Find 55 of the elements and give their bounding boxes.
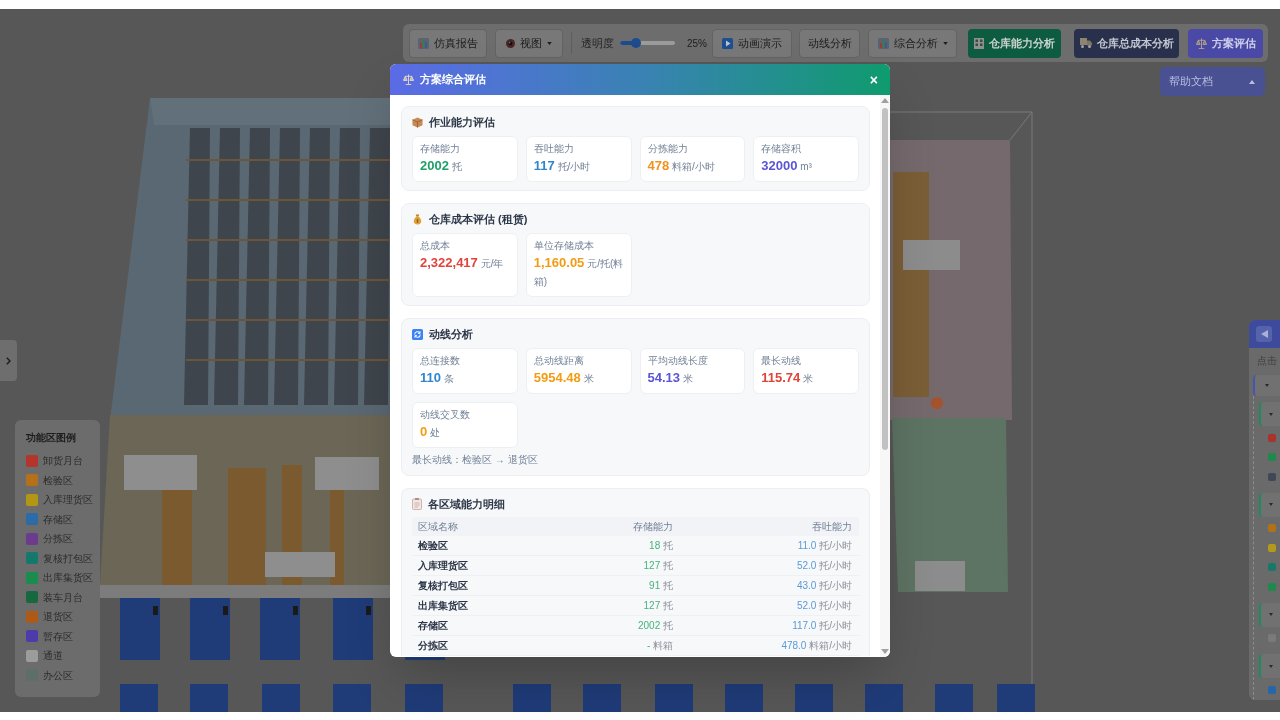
stat-label: 分拣能力 (647, 143, 689, 155)
stat-label: 存储容积 (761, 143, 803, 155)
table-cell-text: 127 托 (642, 599, 674, 613)
table-cell-text: 复核打包区 (417, 579, 469, 593)
stat-value: 110 条 (420, 369, 455, 387)
stat-label: 总成本 (420, 240, 451, 252)
stat-value: 1,160.05 元/托(料箱) (533, 254, 624, 289)
table-cell-text: 52.0 托/小时 (795, 599, 853, 613)
stat-label: 平均动线长度 (647, 355, 709, 367)
table-cell-text: 11.0 托/小时 (796, 539, 853, 553)
stat-label: 单位存储成本 (533, 240, 595, 252)
section-title: 作业能力评估 (429, 114, 495, 130)
stat-label: 总动线距离 (533, 355, 585, 367)
column-header: 吞吐能力 (811, 520, 853, 534)
opacity-reading: 25% (687, 36, 707, 51)
table-cell-text: 117.0 托/小时 (791, 619, 853, 633)
table-cell-text: 478.0 料箱/小时 (780, 639, 853, 653)
table-cell-text: 检验区 (417, 539, 449, 553)
section-title: 动线分析 (429, 326, 473, 342)
table-cell-text: 入库理货区 (417, 559, 469, 573)
table-cell-text: 52.0 托/小时 (795, 559, 853, 573)
legend-label: 检验区 (43, 473, 73, 488)
stat-label: 总连接数 (420, 355, 461, 367)
stat-value: 5954.48 米 (533, 369, 595, 387)
dialog-title: 方案综合评估 (420, 72, 486, 88)
section-title: 各区域能力明细 (428, 496, 505, 512)
stat-value: 0 处 (420, 423, 441, 441)
table-cell-text: 出库集货区 (417, 599, 469, 613)
stat-label: 吞吐能力 (533, 143, 575, 155)
route-note: 最长动线：检验区 → 退货区 (412, 453, 539, 467)
stat-value: 117 托/小时 (533, 157, 592, 175)
stat-value: 115.74 米 (761, 369, 815, 387)
stat-label: 动线交叉数 (420, 409, 471, 421)
legend-title: 功能区图例 (26, 431, 77, 445)
stat-label: 存储能力 (420, 143, 461, 155)
legend-label: 存储区 (43, 512, 73, 527)
table-cell-text: 2002 托 (636, 619, 674, 633)
table-cell-text: 分拣区 (417, 639, 449, 653)
column-header: 区域名称 (417, 520, 459, 534)
stat-value: 2002 托 (420, 157, 463, 175)
table-cell-text: 存储区 (417, 619, 449, 633)
table-cell-text: 43.0 托/小时 (795, 579, 853, 593)
stat-label: 最长动线 (761, 355, 803, 367)
stat-value: 478 料箱/小时 (647, 157, 716, 175)
table-cell-text: 18 托 (648, 539, 674, 553)
stat-value: 54.13 米 (647, 369, 694, 387)
table-cell-text: - 料箱 (645, 639, 674, 653)
column-header: 存储能力 (632, 520, 674, 534)
table-cell-text: 127 托 (642, 559, 674, 573)
section-title: 仓库成本评估 (租赁) (429, 211, 528, 227)
opacity-label: 透明度 (581, 35, 614, 51)
legend-label: 复核打包区 (43, 551, 93, 566)
stat-value: 2,322,417 元/年 (420, 254, 505, 272)
stat-value: 32000 m³ (761, 157, 813, 175)
table-cell-text: 91 托 (648, 579, 674, 593)
